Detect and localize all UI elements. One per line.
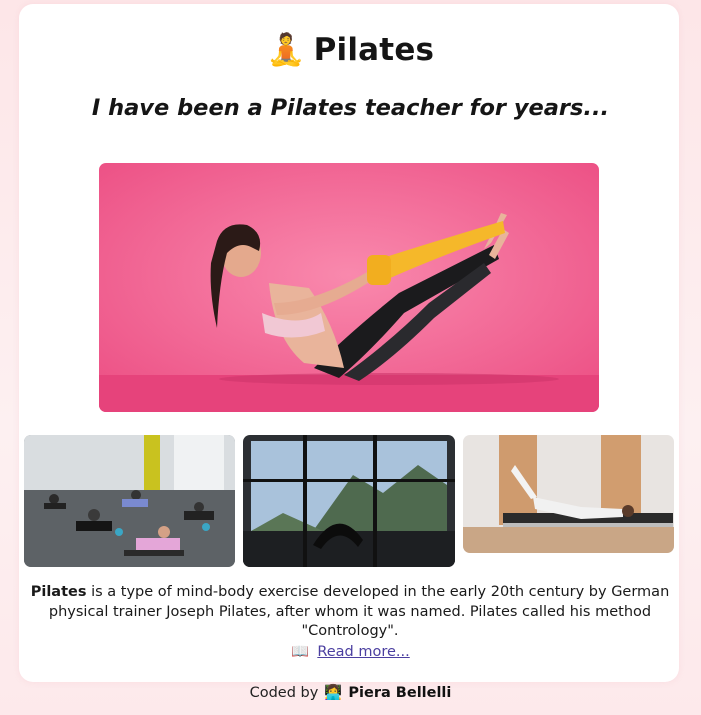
- thumbnail-silhouette-window: [243, 435, 455, 567]
- thumbnail-reformer: [463, 435, 674, 553]
- page-subtitle: I have been a Pilates teacher for years.…: [91, 95, 610, 121]
- coder-emoji-icon: 👩‍💻: [324, 685, 343, 701]
- book-icon: 📖: [291, 644, 310, 660]
- description-paragraph: Pilates is a type of mind-body exercise …: [30, 583, 670, 642]
- footer: Coded by 👩‍💻 Piera Bellelli: [0, 684, 701, 701]
- description-keyword: Pilates: [30, 584, 87, 600]
- footer-prefix: Coded by: [249, 685, 319, 701]
- description-text: is a type of mind-body exercise develope…: [48, 584, 670, 639]
- thumbnail-group-class: [24, 435, 235, 567]
- meditation-emoji-icon: 🧘: [266, 32, 306, 68]
- read-more-row: 📖 Read more...: [0, 643, 701, 660]
- page-title: 🧘 Pilates: [0, 31, 701, 68]
- author-name: Piera Bellelli: [348, 685, 452, 701]
- hero-image: [99, 163, 599, 412]
- title-text: Pilates: [313, 32, 435, 68]
- read-more-link[interactable]: Read more...: [317, 644, 409, 660]
